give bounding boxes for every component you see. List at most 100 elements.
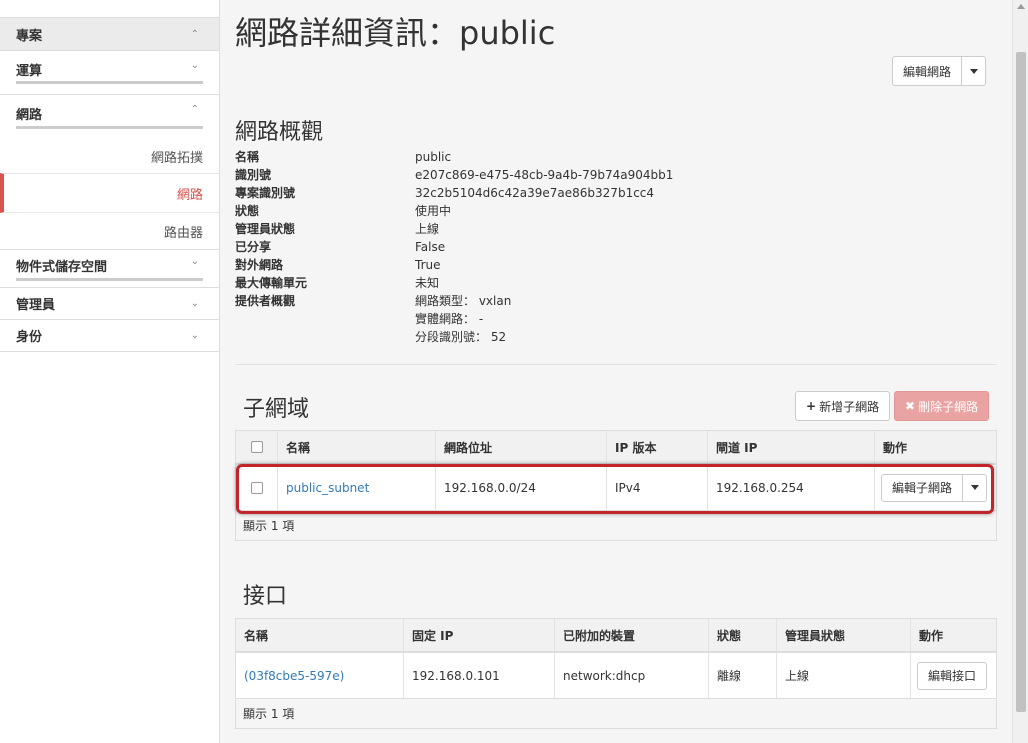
column-header[interactable]: 網路位址 — [436, 431, 607, 463]
port-actions: 編輯接口 — [911, 653, 996, 698]
delete-subnet-button[interactable]: ✖ 刪除子網路 — [894, 391, 990, 421]
sidebar-section-object-storage[interactable]: 物件式儲存空間 ⌄ — [0, 250, 219, 288]
overview-label: 專案識別號 — [235, 186, 296, 200]
overview-value: 上線 — [415, 222, 440, 236]
main-content: 網路詳細資訊：public 編輯網路 網路概觀 名稱 public 識別號 e207… — [220, 0, 1012, 743]
ports-title: 接口 — [243, 584, 288, 609]
column-header: 動作 — [883, 440, 908, 455]
port-name-link[interactable]: (03f8cbe5-597e) — [244, 669, 344, 683]
chevron-down-icon: ⌄ — [190, 60, 199, 71]
column-header[interactable]: 固定 IP — [404, 619, 555, 651]
sidebar-section-label: 身份 — [16, 330, 43, 345]
overview-label: 最大傳輸單元 — [235, 276, 308, 290]
caret-down-icon — [970, 485, 979, 490]
overview-label: 名稱 — [235, 150, 260, 164]
overview-row: 管理員狀態 上線 — [235, 220, 995, 238]
overview-value: 實體網路： - — [415, 312, 484, 326]
port-admin-state: 上線 — [777, 653, 911, 698]
scrollbar[interactable] — [1012, 0, 1028, 743]
sidebar-item-networks[interactable]: 網路 — [0, 173, 219, 213]
column-header[interactable]: 名稱 — [278, 431, 436, 463]
overview-label: 對外網路 — [235, 258, 284, 272]
edit-subnet-button[interactable]: 編輯子網路 — [881, 473, 964, 502]
add-subnet-button[interactable]: + 新增子網路 — [795, 391, 891, 421]
sidebar-section-label: 物件式儲存空間 — [16, 260, 108, 275]
column-header[interactable]: 狀態 — [709, 619, 777, 651]
column-header[interactable]: 已附加的裝置 — [555, 619, 709, 651]
overview-value: e207c869-e475-48cb-9a4b-79b74a904bb1 — [415, 168, 674, 182]
column-header[interactable]: 名稱 — [236, 619, 404, 651]
chevron-up-icon: ⌃ — [190, 104, 199, 115]
page-title: 網路詳細資訊：public — [235, 14, 556, 52]
sidebar-item-label: 路由器 — [163, 225, 203, 241]
chevron-up-icon: ⌃ — [190, 28, 199, 40]
table-footer: 顯示 1 項 — [236, 511, 996, 540]
edit-network-button-group: 編輯網路 — [892, 56, 987, 86]
overview-row: 識別號 e207c869-e475-48cb-9a4b-79b74a904bb1 — [235, 166, 995, 184]
overview-row: 名稱 public — [235, 148, 995, 166]
overview-list: 名稱 public 識別號 e207c869-e475-48cb-9a4b-79b7… — [235, 148, 995, 346]
sidebar-section-compute[interactable]: 運算 ⌄ — [0, 51, 219, 95]
section-underline — [16, 126, 203, 129]
sidebar-item-label: 網路 — [176, 187, 203, 203]
sidebar-section-admin[interactable]: 管理員 ⌄ — [0, 288, 219, 320]
scroll-thumb[interactable] — [1016, 52, 1026, 712]
table-footer: 顯示 1 項 — [236, 699, 996, 728]
column-header: 動作 — [919, 628, 944, 643]
port-fixed-ip: 192.168.0.101 — [404, 653, 555, 698]
edit-port-button[interactable]: 編輯接口 — [917, 661, 988, 690]
column-header[interactable]: IP 版本 — [607, 431, 708, 463]
sidebar-item-network-topology[interactable]: 網路拓撲 — [0, 139, 219, 173]
table-header: 名稱 固定 IP 已附加的裝置 狀態 管理員狀態 動作 — [236, 619, 996, 653]
delete-subnet-label: 刪除子網路 — [918, 399, 979, 414]
overview-label: 已分享 — [235, 240, 272, 254]
subnet-name-cell: public_subnet — [278, 465, 436, 510]
subnet-ip-version: IPv4 — [607, 465, 708, 510]
overview-row: 對外網路 True — [235, 256, 995, 274]
section-underline — [16, 278, 203, 281]
sidebar-section-project[interactable]: 專案 ⌃ — [0, 18, 219, 51]
overview-value: 網路類型： vxlan — [415, 294, 512, 308]
overview-row: 最大傳輸單元 未知 — [235, 274, 995, 292]
overview-value: 分段識別號： 52 — [415, 330, 507, 344]
overview-row: 實體網路： - — [235, 310, 995, 328]
subnets-title: 子網域 — [243, 397, 310, 422]
column-header[interactable]: 閘道 IP — [708, 431, 875, 463]
caret-down-icon — [969, 68, 978, 74]
subnet-gateway: 192.168.0.254 — [708, 465, 875, 510]
overview-value: False — [415, 240, 446, 254]
add-subnet-label: 新增子網路 — [819, 399, 880, 414]
sidebar-section-label: 運算 — [16, 64, 43, 79]
overview-label: 識別號 — [235, 168, 272, 182]
overview-value: public — [415, 150, 452, 164]
scroll-up-arrow-icon[interactable] — [1017, 4, 1025, 9]
edit-network-dropdown-toggle[interactable] — [962, 56, 987, 86]
port-status: 離線 — [709, 653, 777, 698]
table-row: (03f8cbe5-597e) 192.168.0.101 network:dh… — [236, 653, 996, 699]
sidebar-section-label: 網路 — [16, 108, 43, 123]
sidebar-section-network[interactable]: 網路 ⌃ — [0, 95, 219, 139]
edit-network-button[interactable]: 編輯網路 — [892, 56, 963, 86]
overview-label — [235, 310, 415, 328]
sidebar-section-identity[interactable]: 身份 ⌄ — [0, 320, 219, 352]
overview-title: 網路概觀 — [235, 120, 324, 145]
sidebar-section-label: 管理員 — [16, 298, 56, 313]
close-icon: ✖ — [905, 399, 916, 413]
divider — [235, 364, 997, 365]
select-all-cell — [236, 431, 278, 463]
subnet-name-link[interactable]: public_subnet — [286, 481, 369, 495]
port-name-cell: (03f8cbe5-597e) — [236, 653, 404, 698]
subnet-actions: 編輯子網路 — [875, 465, 996, 510]
sidebar-top — [0, 0, 219, 18]
column-header[interactable]: 管理員狀態 — [777, 619, 911, 651]
overview-value: True — [415, 258, 441, 272]
overview-label: 提供者概觀 — [235, 294, 296, 308]
chevron-down-icon: ⌄ — [190, 298, 199, 309]
edit-subnet-dropdown-toggle[interactable] — [963, 473, 988, 502]
select-all-checkbox[interactable] — [250, 441, 263, 453]
sidebar-item-routers[interactable]: 路由器 — [0, 213, 219, 250]
row-checkbox[interactable] — [250, 481, 263, 494]
ports-table: 名稱 固定 IP 已附加的裝置 狀態 管理員狀態 動作 (03f8cbe5-59… — [235, 618, 997, 729]
sidebar: 專案 ⌃ 運算 ⌄ 網路 ⌃ 網路拓撲 網路 路由器 物件式儲存空間 ⌄ 管理員… — [0, 0, 220, 743]
overview-value: 使用中 — [415, 204, 452, 218]
